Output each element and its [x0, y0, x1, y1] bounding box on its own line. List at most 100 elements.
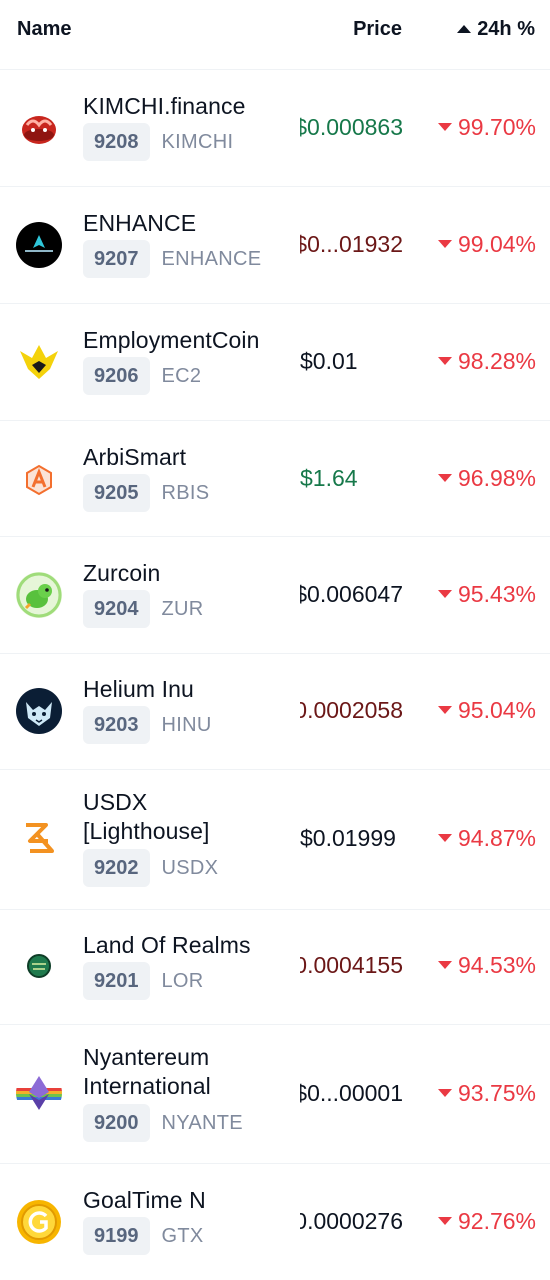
coin-name[interactable]: ArbiSmart [83, 443, 186, 472]
price-value: $0...01932 [300, 231, 403, 257]
coin-name[interactable]: USDX [Lighthouse] [83, 788, 263, 846]
change-24h: 95.04% [437, 690, 536, 730]
price-value: $0...00001 [300, 1080, 403, 1106]
table-row[interactable]: KIMCHI.finance 9208 KIMCHI $0.000863 99.… [0, 70, 550, 187]
caret-down-icon [437, 1217, 452, 1225]
employmentcoin-logo-icon [16, 339, 62, 385]
table-row[interactable]: Helium Inu 9203 HINU $0.0002058 95.04% [0, 654, 550, 770]
coin-meta: 9204 ZUR [83, 590, 204, 628]
table-row[interactable]: GoalTime N 9199 GTX $0.0000276 92.76% [0, 1164, 550, 1280]
coin-meta: 9199 GTX [83, 1217, 204, 1255]
change-24h-value: 93.75% [457, 1080, 536, 1106]
table-row[interactable]: ENHANCE 9207 ENHANCE $0...01932 99.04% [0, 187, 550, 304]
heliuminu-logo-icon [16, 688, 62, 734]
price-cell: $0.01 [300, 341, 403, 381]
coin-name[interactable]: KIMCHI.finance [83, 92, 245, 121]
coin-name[interactable]: Nyantereum International [83, 1043, 263, 1101]
coin-meta: 9205 RBIS [83, 474, 209, 512]
coin-meta: 9207 ENHANCE [83, 240, 261, 278]
rank-badge: 9201 [83, 962, 150, 1000]
coin-meta: 9201 LOR [83, 962, 204, 1000]
change-24h-value: 94.53% [457, 952, 536, 978]
change-24h: 92.76% [437, 1201, 536, 1241]
caret-down-icon [437, 706, 452, 714]
change-24h: 93.75% [437, 1073, 536, 1113]
table-row[interactable]: EmploymentCoin 9206 EC2 $0.01 98.28% [0, 304, 550, 421]
rank-badge: 9200 [83, 1104, 150, 1142]
coin-meta: 9206 EC2 [83, 357, 201, 395]
coin-symbol: GTX [161, 1224, 204, 1247]
price-value: $0.01999 [300, 825, 396, 851]
change-24h-value: 98.28% [457, 348, 536, 374]
coin-symbol: RBIS [161, 481, 210, 504]
change-24h: 94.53% [437, 945, 536, 985]
change-24h-value: 96.98% [457, 465, 536, 491]
price-value: $0.0004155 [300, 952, 403, 978]
rank-badge: 9207 [83, 240, 150, 278]
table-row[interactable]: ArbiSmart 9205 RBIS $1.64 96.98% [0, 421, 550, 537]
caret-down-icon [437, 240, 452, 248]
column-header-price[interactable]: Price [353, 18, 402, 41]
change-24h: 99.70% [437, 107, 536, 147]
change-24h: 98.28% [437, 341, 536, 381]
price-cell: $0...01932 [300, 224, 403, 264]
enhance-logo-icon [16, 222, 62, 268]
caret-down-icon [437, 357, 452, 365]
caret-down-icon [437, 123, 452, 131]
change-24h: 99.04% [437, 224, 536, 264]
price-cell: $1.64 [300, 458, 403, 498]
usdx-logo-icon [16, 815, 62, 861]
coin-name[interactable]: ENHANCE [83, 209, 196, 238]
coin-name[interactable]: GoalTime N [83, 1186, 206, 1215]
arbismart-logo-icon [16, 456, 62, 502]
price-value: $0.01 [300, 348, 358, 374]
goaltime-logo-icon [16, 1199, 62, 1245]
column-header-24h-change[interactable]: 24h % [457, 18, 535, 41]
coin-meta: 9208 KIMCHI [83, 123, 233, 161]
nyantereum-logo-icon [16, 1070, 62, 1116]
price-cell: $0.01999 [300, 818, 403, 858]
coin-name[interactable]: EmploymentCoin [83, 326, 260, 355]
rank-badge: 9203 [83, 706, 150, 744]
change-24h-value: 95.04% [457, 697, 536, 723]
change-24h-value: 99.70% [457, 114, 536, 140]
price-cell: $0.000863 [300, 107, 403, 147]
coin-symbol: HINU [161, 713, 212, 736]
price-value: $0.006047 [300, 581, 403, 607]
change-24h: 95.43% [437, 574, 536, 614]
landofrealms-logo-icon [16, 943, 62, 989]
column-header-name[interactable]: Name [17, 18, 71, 41]
price-cell: $0.0000276 [300, 1201, 403, 1241]
coin-symbol: EC2 [161, 364, 202, 387]
table-header: Name Price 24h % [0, 0, 550, 70]
caret-down-icon [437, 474, 452, 482]
table-row[interactable]: Zurcoin 9204 ZUR $0.006047 95.43% [0, 537, 550, 654]
coin-meta: 9202 USDX [83, 849, 218, 887]
price-value: $0.0000276 [300, 1208, 403, 1234]
sort-ascending-icon [457, 24, 472, 33]
price-value: $0.0002058 [300, 697, 403, 723]
change-24h-value: 95.43% [457, 581, 536, 607]
coin-symbol: USDX [161, 856, 219, 879]
caret-down-icon [437, 590, 452, 598]
change-24h-value: 99.04% [457, 231, 536, 257]
coin-name[interactable]: Zurcoin [83, 559, 160, 588]
coin-name[interactable]: Helium Inu [83, 675, 194, 704]
table-row[interactable]: USDX [Lighthouse] 9202 USDX $0.01999 94.… [0, 770, 550, 910]
table-row[interactable]: Nyantereum International 9200 NYANTE $0.… [0, 1025, 550, 1164]
coin-meta: 9200 NYANTE [83, 1104, 243, 1142]
rank-badge: 9206 [83, 357, 150, 395]
coin-meta: 9203 HINU [83, 706, 212, 744]
coin-symbol: ENHANCE [161, 247, 262, 270]
column-header-24h-change-label: 24h % [477, 18, 535, 40]
change-24h: 96.98% [437, 458, 536, 498]
rank-badge: 9204 [83, 590, 150, 628]
table-row[interactable]: Land Of Realms 9201 LOR $0.0004155 94.53… [0, 910, 550, 1025]
caret-down-icon [437, 961, 452, 969]
coin-name[interactable]: Land Of Realms [83, 931, 251, 960]
change-24h: 94.87% [437, 818, 536, 858]
price-cell: $0.0002058 [300, 690, 403, 730]
rank-badge: 9205 [83, 474, 150, 512]
coin-symbol: LOR [161, 969, 204, 992]
kimchi-logo-icon [16, 105, 62, 151]
